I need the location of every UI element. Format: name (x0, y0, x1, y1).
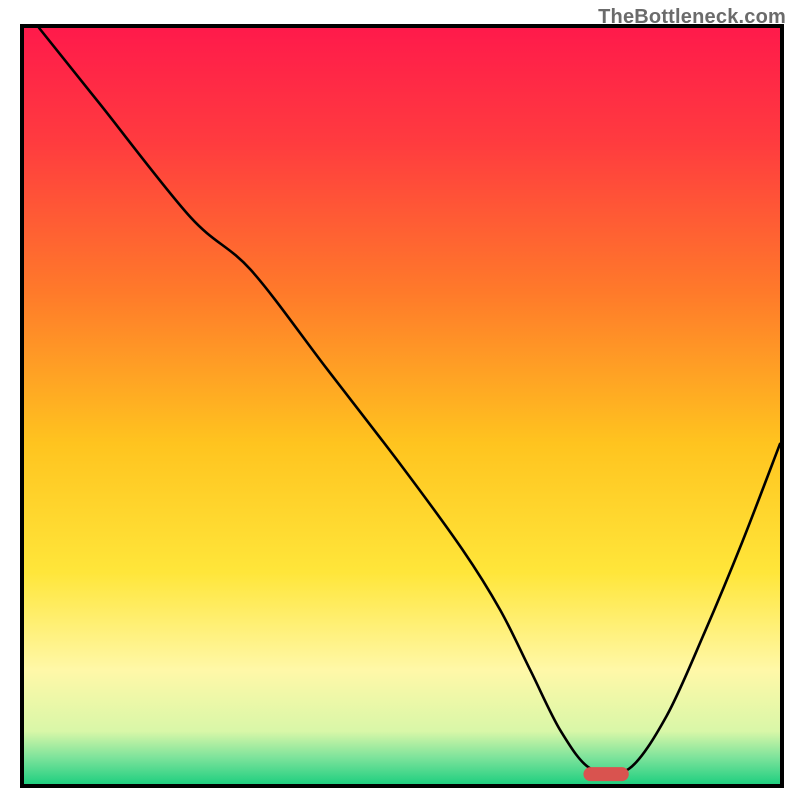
plot-background (24, 28, 780, 784)
bottleneck-chart: TheBottleneck.com (0, 0, 800, 800)
chart-svg (0, 0, 800, 800)
optimum-marker (583, 767, 628, 781)
watermark-label: TheBottleneck.com (598, 6, 786, 29)
